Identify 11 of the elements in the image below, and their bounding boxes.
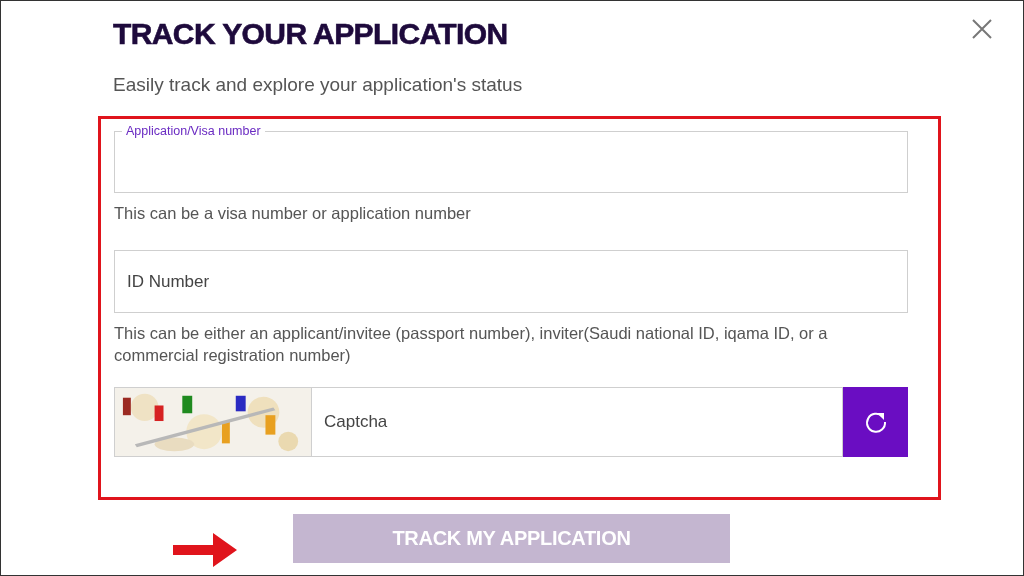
close-icon <box>971 18 993 40</box>
helper-text: This can be a visa number or application number <box>114 203 472 224</box>
arrow-icon <box>173 533 237 567</box>
dialog-title: TRACK YOUR APPLICATION <box>113 17 508 51</box>
refresh-button[interactable] <box>843 387 908 457</box>
captcha-field[interactable]: Captcha <box>312 387 843 457</box>
close-button[interactable] <box>971 18 993 40</box>
field-label: Application/Visa number <box>122 123 265 139</box>
helper-text: This can be either an applicant/invitee (passport number), inviter(Saudi national ID, iqama ID, or a commercial registration number) <box>114 323 829 366</box>
dialog-subtitle: Easily track and explore your application's status <box>113 73 524 97</box>
input-field[interactable]: ID Number <box>114 250 908 313</box>
